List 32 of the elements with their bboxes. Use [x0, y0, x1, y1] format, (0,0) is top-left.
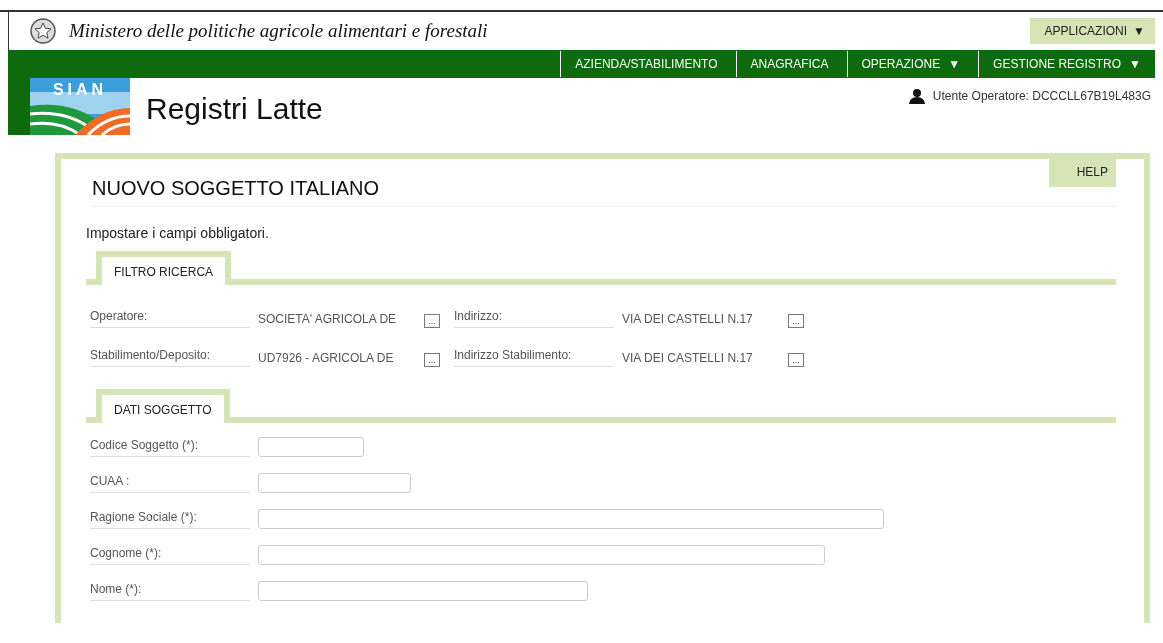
- instruction-text: Impostare i campi obbligatori.: [86, 225, 270, 241]
- emblem-icon: [29, 17, 57, 45]
- field-label: Stabilimento/Deposito:: [90, 348, 250, 367]
- field-label: Indirizzo:: [454, 309, 614, 328]
- input-field[interactable]: [258, 509, 884, 529]
- user-icon: [908, 88, 925, 104]
- field-label: CUAA :: [90, 474, 250, 493]
- applications-menu[interactable]: APPLICAZIONI ▼: [1030, 18, 1155, 44]
- lookup-button[interactable]: ...: [788, 314, 804, 328]
- field-value: VIA DEI CASTELLI N.17: [622, 351, 754, 367]
- field-label: Nome (*):: [90, 582, 250, 601]
- input-field[interactable]: [258, 437, 364, 457]
- field-label: Codice Soggetto (*):: [90, 438, 250, 457]
- field-value: VIA DEI CASTELLI N.17: [622, 312, 754, 328]
- ministry-title: Ministero delle politiche agricole alimentari e forestali: [69, 20, 488, 42]
- input-field[interactable]: [258, 581, 588, 601]
- field-label: Cognome (*):: [90, 546, 250, 565]
- field-value: SOCIETA' AGRICOLA DE: [258, 312, 398, 328]
- field-label: Indirizzo Stabilimento:: [454, 348, 614, 367]
- help-button[interactable]: HELP: [1048, 159, 1116, 187]
- field-value: UD7926 - AGRICOLA DE: [258, 351, 395, 367]
- field-label: Ragione Sociale (*):: [90, 510, 250, 529]
- lookup-button[interactable]: ...: [424, 353, 440, 367]
- page-title: NUOVO SOGGETTO ITALIANO: [92, 177, 1116, 207]
- logo-text: SIAN: [52, 81, 108, 98]
- lookup-button[interactable]: ...: [788, 353, 804, 367]
- field-label: Operatore:: [90, 309, 250, 328]
- app-title: Registri Latte: [146, 92, 323, 126]
- user-label: Utente Operatore: DCCCLL67B19L483G: [932, 89, 1151, 103]
- input-field[interactable]: [258, 545, 825, 565]
- input-field[interactable]: [258, 473, 411, 493]
- lookup-button[interactable]: ...: [424, 314, 440, 328]
